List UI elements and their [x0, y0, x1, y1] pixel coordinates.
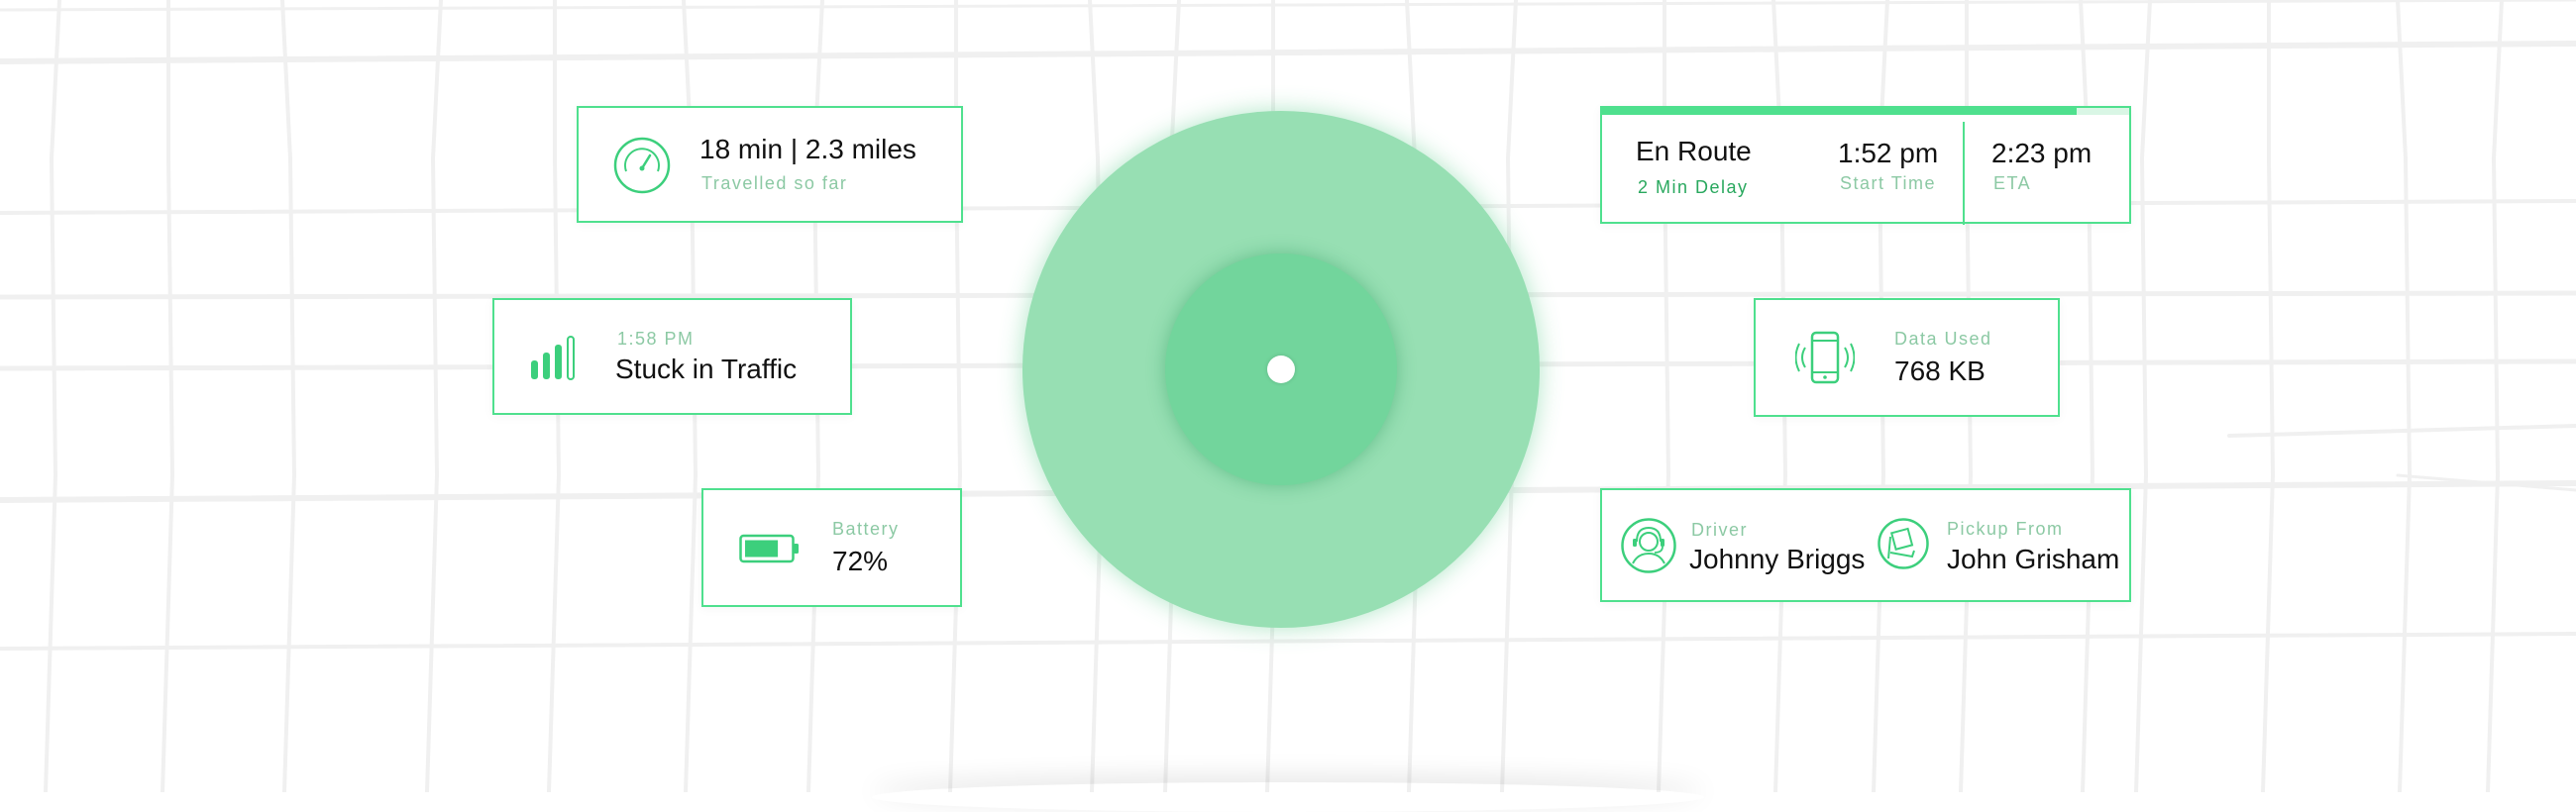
- street-line: [684, 473, 698, 792]
- traffic-status: Stuck in Traffic: [615, 354, 798, 384]
- battery-icon: [739, 534, 799, 563]
- battery-value: 72%: [832, 546, 889, 576]
- travel-summary-card[interactable]: 18 min | 2.3 miles Travelled so far: [577, 106, 963, 223]
- street-line: [280, 0, 292, 160]
- street-line: [0, 632, 2576, 651]
- pickup-label: Pickup From: [1947, 519, 2064, 539]
- route-start-label: Start Time: [1840, 173, 1937, 193]
- traffic-status-card[interactable]: 1:58 PM Stuck in Traffic: [492, 298, 852, 415]
- street-line: [1088, 0, 1100, 160]
- battery-label: Battery: [832, 519, 900, 539]
- street-line: [2134, 473, 2148, 792]
- street-line: [547, 473, 561, 792]
- street-line: [0, 41, 2576, 64]
- location-dot-icon: [1267, 355, 1295, 383]
- data-used-value: 768 KB: [1894, 355, 1986, 386]
- bottom-panel-shadow: [872, 782, 1704, 812]
- street-line: [2227, 424, 2576, 438]
- travel-label: Travelled so far: [701, 173, 848, 193]
- street-line: [2492, 0, 2504, 160]
- route-status-card[interactable]: En Route 2 Min Delay 1:52 pm Start Time …: [1600, 106, 2131, 225]
- street-line: [1405, 0, 1417, 160]
- battery-card[interactable]: Battery 72%: [701, 488, 962, 607]
- street-line: [161, 473, 174, 792]
- street-line: [2404, 156, 2412, 477]
- street-line: [1500, 473, 1514, 792]
- street-line: [2267, 156, 2275, 477]
- street-line: [425, 473, 439, 792]
- data-usage-card[interactable]: Data Used 768 KB: [1754, 298, 2060, 417]
- route-eta-label: ETA: [1993, 173, 2032, 193]
- pickup-name: John Grisham: [1947, 544, 2120, 574]
- route-divider: [1963, 122, 1965, 225]
- street-line: [2396, 0, 2408, 160]
- street-line: [50, 0, 61, 160]
- route-start-time: 1:52 pm: [1838, 138, 1939, 168]
- route-progress-fill: [1602, 108, 2077, 115]
- route-status: En Route: [1636, 136, 1752, 166]
- traffic-time: 1:58 PM: [617, 329, 695, 349]
- speedometer-icon: [613, 137, 671, 194]
- street-line: [288, 156, 296, 477]
- street-line: [431, 0, 443, 160]
- driver-name: Johnny Briggs: [1689, 544, 1866, 574]
- street-line: [431, 156, 439, 477]
- street-line: [0, 0, 2576, 12]
- driver-label: Driver: [1691, 520, 1748, 540]
- package-icon: [1878, 518, 1929, 569]
- route-delay: 2 Min Delay: [1638, 177, 1749, 197]
- driver-avatar-icon: [1621, 518, 1676, 573]
- travel-value: 18 min | 2.3 miles: [699, 134, 916, 164]
- route-eta: 2:23 pm: [1991, 138, 2093, 168]
- street-line: [50, 156, 57, 477]
- data-used-label: Data Used: [1894, 329, 1992, 349]
- driver-pickup-card[interactable]: Driver Johnny Briggs Pickup From John Gr…: [1600, 488, 2131, 602]
- route-progress-track: [1602, 108, 2129, 115]
- street-line: [2140, 156, 2148, 477]
- street-line: [1506, 0, 1518, 160]
- street-line: [2140, 0, 2152, 160]
- street-line: [44, 473, 57, 792]
- street-line: [166, 156, 174, 477]
- street-line: [282, 473, 296, 792]
- signal-bars-icon: [531, 336, 575, 380]
- vibrating-phone-icon: [1795, 331, 1855, 384]
